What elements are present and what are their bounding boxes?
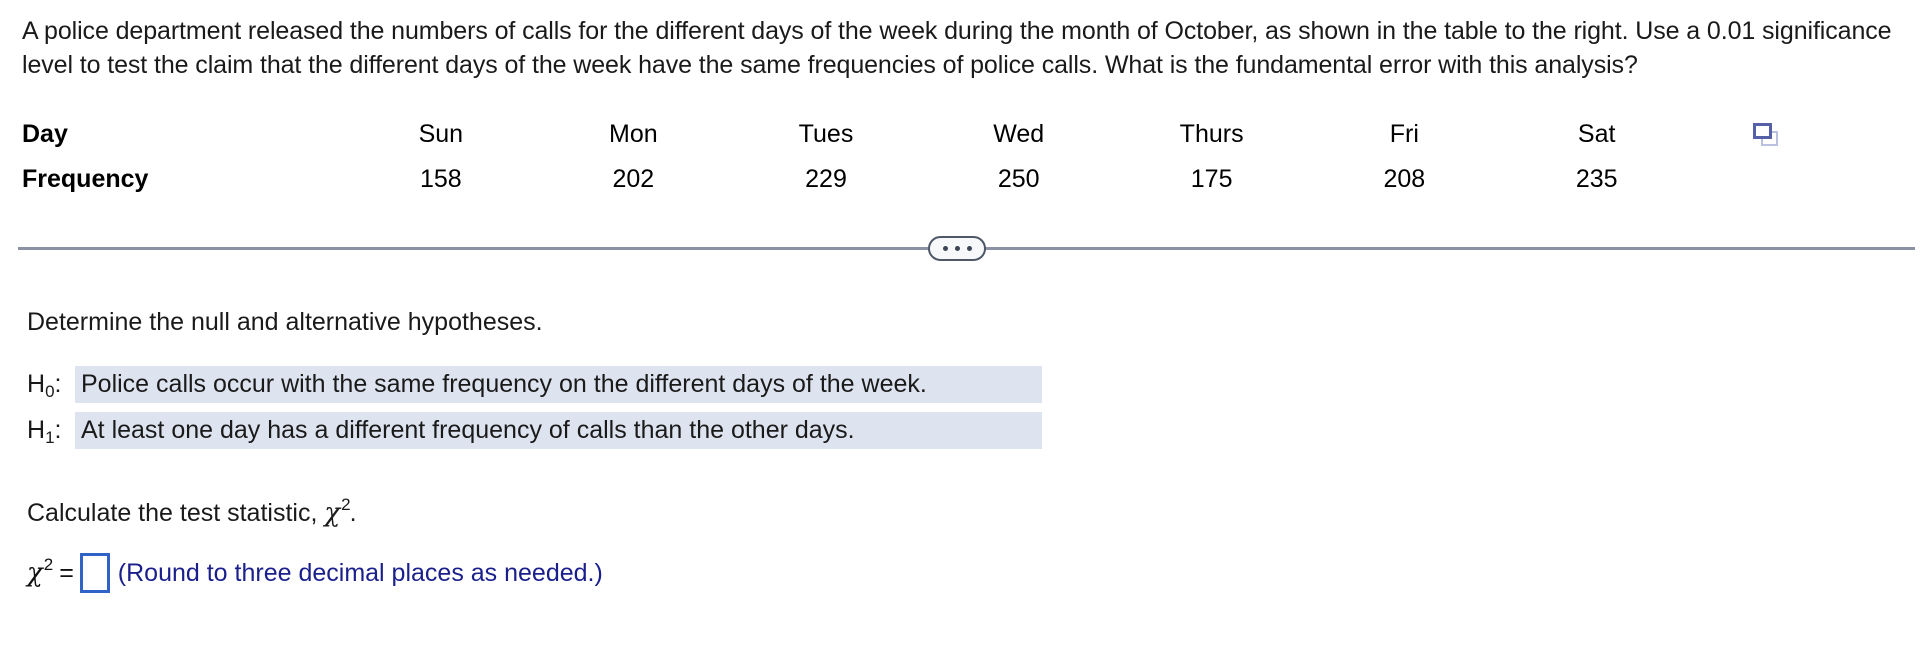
hypothesis-alt-label: H1: [27,416,75,447]
hypothesis-alt-label-subscript: 1 [45,428,55,447]
day-header-sun: Sun [418,120,464,148]
ellipsis-dot-2 [954,246,960,251]
determine-hypotheses-prompt: Determine the null and alternative hypot… [27,308,543,336]
day-header-tues: Tues [798,120,854,148]
hypothesis-null-label: H0: [27,370,75,401]
table-row-frequency: Frequency 158 202 229 250 175 208 235 [22,157,1802,202]
day-header-fri: Fri [1389,120,1419,148]
frequency-value-sat: 235 [1575,165,1618,193]
copy-data-button[interactable] [1693,112,1802,157]
chi-square-equals-label: χ2 = [27,555,74,588]
answer-chi-symbol: χ2 [27,555,54,588]
frequency-data-table: Day Sun Mon Tues Wed Thurs Fri Sat Frequ… [22,112,1802,202]
frequency-value-tues: 229 [805,165,847,193]
ellipsis-dot-1 [942,246,948,251]
answer-row: χ2 = (Round to three decimal places as n… [27,553,603,593]
frequency-value-thurs: 175 [1190,165,1233,193]
day-header-wed: Wed [993,120,1045,148]
hypothesis-null-label-colon: : [54,370,62,398]
copy-icon-front-sheet [1752,123,1772,140]
hypothesis-null-label-subscript: 0 [45,382,55,401]
day-header-thurs: Thurs [1179,120,1244,148]
table-row-day: Day Sun Mon Tues Wed Thurs Fri Sat [22,112,1802,157]
hypothesis-null-text: Police calls occur with the same frequen… [75,366,1042,403]
frequency-value-sun: 158 [419,165,462,193]
chi-exponent: 2 [341,495,351,514]
day-header-mon: Mon [609,120,658,148]
chi-glyph: χ [324,498,341,528]
calculate-prompt-prefix: Calculate the test statistic, [27,499,325,527]
hypothesis-alt-label-base: H [27,416,46,444]
hypothesis-row-null: H0: Police calls occur with the same fre… [27,366,1042,403]
day-header-sat: Sat [1577,120,1616,148]
row-label-frequency: Frequency [22,165,149,193]
empty-cell [1693,157,1802,202]
hypothesis-null-label-base: H [27,370,46,398]
expand-ellipsis-button[interactable] [928,236,986,261]
equals-sign: = [59,559,74,587]
chi-symbol: χ2 [324,495,351,528]
frequency-value-wed: 250 [997,165,1040,193]
frequency-value-fri: 208 [1383,165,1426,193]
hypothesis-row-alternative: H1: At least one day has a different fre… [27,412,1042,449]
calculate-test-statistic-prompt: Calculate the test statistic, χ2. [27,495,357,528]
rounding-instruction-note: (Round to three decimal places as needed… [117,558,603,587]
ellipsis-dot-3 [966,246,972,251]
frequency-value-mon: 202 [612,165,655,193]
answer-chi-glyph: χ [27,558,43,588]
copy-data-icon[interactable] [1752,123,1779,147]
answer-chi-exponent: 2 [43,555,54,574]
problem-statement: A police department released the numbers… [22,17,1892,79]
hypothesis-alt-text: At least one day has a different frequen… [75,412,1042,449]
hypothesis-alt-label-colon: : [54,416,62,444]
row-label-day: Day [22,120,68,148]
chi-square-input[interactable] [79,553,110,593]
